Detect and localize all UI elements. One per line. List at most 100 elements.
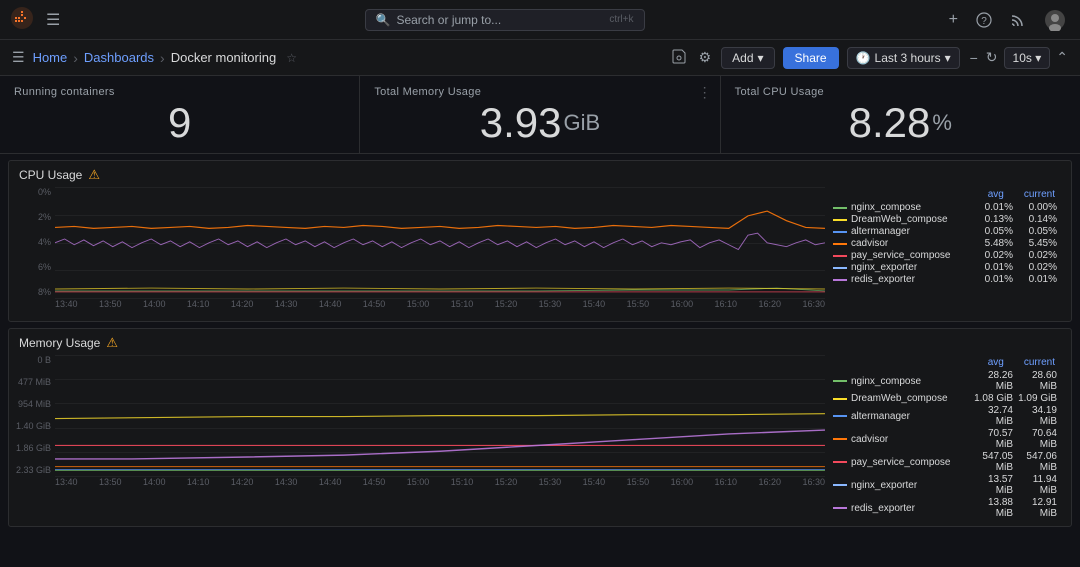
share-button[interactable]: Share [783, 47, 839, 69]
stat-card-containers-value: 9 [14, 98, 345, 147]
star-icon[interactable]: ☆ [286, 51, 297, 65]
legend-series-name: DreamWeb_compose [851, 214, 969, 225]
legend-current-value: 547.06 MiB [1017, 451, 1057, 473]
legend-series-name: redis_exporter [851, 274, 969, 285]
legend-row: altermanager 32.74 MiB 34.19 MiB [833, 405, 1057, 427]
stat-card-cpu-title: Total CPU Usage [735, 86, 1066, 98]
legend-current-value: 12.91 MiB [1017, 497, 1057, 519]
legend-avg-value: 0.01% [973, 274, 1013, 285]
legend-current-header: current [1024, 189, 1055, 200]
x-label: 16:00 [671, 299, 694, 309]
legend-row: cadvisor 70.57 MiB 70.64 MiB [833, 428, 1057, 450]
legend-current-value: 0.05% [1017, 226, 1057, 237]
x-label: 16:10 [715, 299, 738, 309]
clock-icon: 🕐 [856, 51, 871, 65]
interval-caret-icon: ▾ [1035, 51, 1041, 65]
logo[interactable] [10, 6, 34, 33]
legend-avg-value: 32.74 MiB [973, 405, 1013, 427]
y-label: 2% [15, 212, 55, 222]
x-label: 14:20 [231, 477, 254, 487]
memory-panel-title: Memory Usage [19, 336, 100, 350]
stat-card-memory-title: Total Memory Usage [374, 86, 705, 98]
legend-row: redis_exporter 0.01% 0.01% [833, 274, 1057, 285]
user-avatar[interactable] [1040, 7, 1070, 33]
zoom-out-icon[interactable]: − [968, 48, 980, 68]
save-icon[interactable] [669, 46, 689, 69]
x-label: 14:40 [319, 477, 342, 487]
stat-card-more-icon[interactable]: ⋮ [698, 84, 712, 101]
legend-current-value: 5.45% [1017, 238, 1057, 249]
sidebar-toggle-icon[interactable]: ☰ [10, 47, 27, 68]
legend-avg-value: 0.01% [973, 262, 1013, 273]
legend-avg-value: 0.02% [973, 250, 1013, 261]
help-icon[interactable]: ? [972, 10, 996, 30]
legend-row: nginx_exporter 13.57 MiB 11.94 MiB [833, 474, 1057, 496]
legend-color-swatch [833, 507, 847, 509]
x-label: 16:20 [759, 299, 782, 309]
breadcrumb-sep1: › [73, 50, 78, 66]
stat-cards-row: Running containers 9 Total Memory Usage … [0, 76, 1080, 154]
legend-avg-value: 28.26 MiB [973, 370, 1013, 392]
breadcrumb-home[interactable]: Home [33, 50, 68, 65]
breadcrumb-dashboards[interactable]: Dashboards [84, 50, 154, 65]
legend-color-swatch [833, 207, 847, 209]
plus-icon[interactable]: + [945, 9, 962, 31]
legend-series-name: redis_exporter [851, 503, 969, 514]
collapse-icon[interactable]: ⌃ [1054, 47, 1070, 68]
memory-chart-area: 2.33 GiB 1.86 GiB 1.40 GiB 954 MiB 477 M… [15, 355, 825, 495]
legend-current-value: 0.00% [1017, 202, 1057, 213]
legend-series-name: nginx_exporter [851, 262, 969, 273]
rss-icon[interactable] [1006, 10, 1030, 30]
legend-series-name: cadvisor [851, 238, 969, 249]
breadcrumb-current: Docker monitoring [171, 50, 277, 65]
legend-avg-value: 5.48% [973, 238, 1013, 249]
cpu-x-axis: 13:40 13:50 14:00 14:10 14:20 14:30 14:4… [55, 299, 825, 317]
breadcrumb-bar: ☰ Home › Dashboards › Docker monitoring … [0, 40, 1080, 76]
x-label: 14:10 [187, 299, 210, 309]
search-box[interactable]: 🔍 Search or jump to... ctrl+k [365, 9, 645, 31]
x-label: 15:00 [407, 299, 430, 309]
cpu-legend-header: avg current [833, 189, 1057, 200]
memory-legend-rows: nginx_compose 28.26 MiB 28.60 MiB DreamW… [833, 370, 1057, 519]
legend-current-value: 0.14% [1017, 214, 1057, 225]
legend-series-name: pay_service_compose [851, 250, 969, 261]
y-label: 0 B [15, 355, 55, 365]
legend-series-name: nginx_compose [851, 202, 969, 213]
legend-series-name: altermanager [851, 411, 969, 422]
memory-chart-svg [55, 355, 825, 472]
x-label: 15:20 [495, 299, 518, 309]
x-label: 15:20 [495, 477, 518, 487]
x-label: 15:00 [407, 477, 430, 487]
cpu-panel: CPU Usage ⚠ 8% 6% 4% 2% 0% [8, 160, 1072, 322]
interval-picker[interactable]: 10s ▾ [1004, 47, 1051, 69]
x-label: 16:30 [802, 299, 825, 309]
settings-icon[interactable]: ⚙ [697, 47, 714, 68]
x-label: 15:50 [627, 477, 650, 487]
legend-row: altermanager 0.05% 0.05% [833, 226, 1057, 237]
legend-avg-value: 13.88 MiB [973, 497, 1013, 519]
memory-panel-body: 2.33 GiB 1.86 GiB 1.40 GiB 954 MiB 477 M… [9, 355, 1071, 526]
x-label: 14:00 [143, 299, 166, 309]
y-label: 4% [15, 237, 55, 247]
memory-legend: avg current nginx_compose 28.26 MiB 28.6… [825, 355, 1065, 522]
cpu-chart-svg [55, 187, 825, 295]
refresh-icon[interactable]: ↻ [984, 47, 1000, 68]
y-label: 1.40 GiB [15, 421, 55, 431]
legend-row: DreamWeb_compose 0.13% 0.14% [833, 214, 1057, 225]
add-button[interactable]: Add ▾ [721, 47, 774, 69]
legend-avg-value: 13.57 MiB [973, 474, 1013, 496]
cpu-panel-header: CPU Usage ⚠ [9, 161, 1071, 187]
legend-current-header: current [1024, 357, 1055, 368]
time-range-picker[interactable]: 🕐 Last 3 hours ▾ [847, 47, 960, 69]
cpu-unit: % [932, 112, 952, 134]
legend-series-name: altermanager [851, 226, 969, 237]
legend-series-name: DreamWeb_compose [851, 393, 969, 404]
hamburger-menu-icon[interactable]: ☰ [42, 8, 64, 32]
x-label: 15:40 [583, 299, 606, 309]
search-icon: 🔍 [376, 13, 391, 27]
stat-card-memory: Total Memory Usage ⋮ 3.93 GiB [360, 76, 720, 153]
legend-color-swatch [833, 461, 847, 463]
memory-panel-header: Memory Usage ⚠ [9, 329, 1071, 355]
memory-panel: Memory Usage ⚠ 2.33 GiB 1.86 GiB 1.40 Gi… [8, 328, 1072, 527]
legend-color-swatch [833, 231, 847, 233]
